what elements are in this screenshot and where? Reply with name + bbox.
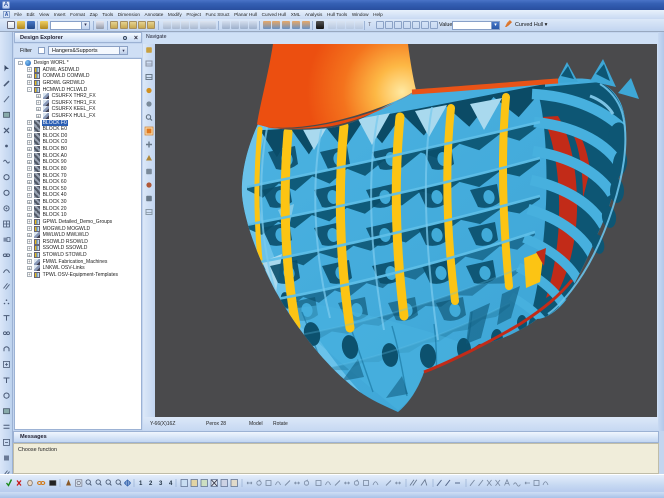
svg-text:4: 4	[169, 481, 173, 487]
svg-text:1: 1	[139, 481, 143, 487]
svg-text:2: 2	[149, 481, 153, 487]
svg-text:3: 3	[159, 481, 163, 487]
